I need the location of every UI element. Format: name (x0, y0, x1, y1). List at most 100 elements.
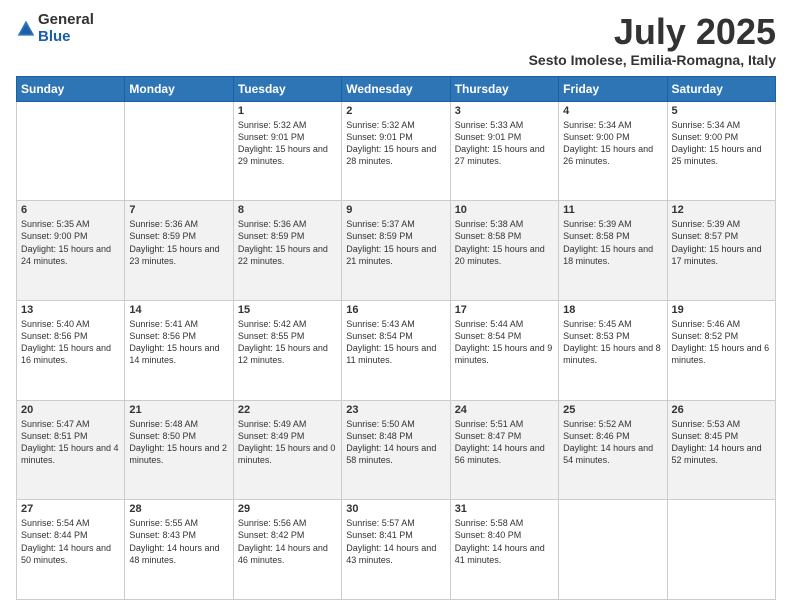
calendar-cell: 24 Sunrise: 5:51 AM Sunset: 8:47 PM Dayli… (450, 400, 558, 500)
logo-general: General (38, 12, 94, 29)
day-number: 23 (346, 404, 445, 416)
day-number: 7 (129, 204, 228, 216)
day-number: 17 (455, 304, 554, 316)
day-number: 8 (238, 204, 337, 216)
calendar-cell: 21 Sunrise: 5:48 AM Sunset: 8:50 PM Dayli… (125, 400, 233, 500)
calendar-cell: 7 Sunrise: 5:36 AM Sunset: 8:59 PM Daylig… (125, 201, 233, 301)
calendar-cell: 8 Sunrise: 5:36 AM Sunset: 8:59 PM Daylig… (233, 201, 341, 301)
calendar-cell: 31Sunrise: 5:58 AM Sunset: 8:40 PM Dayli… (450, 500, 558, 600)
day-content: Sunrise: 5:44 AM Sunset: 8:54 PM Dayligh… (455, 318, 554, 367)
day-header-sunday: Sunday (17, 76, 125, 101)
day-number: 19 (672, 304, 771, 316)
calendar-week-row: 13 Sunrise: 5:40 AM Sunset: 8:56 PM Dayli… (17, 300, 776, 400)
calendar-week-row: 6Sunrise: 5:35 AM Sunset: 9:00 PM Daylig… (17, 201, 776, 301)
calendar-table: SundayMondayTuesdayWednesdayThursdayFrid… (16, 76, 776, 600)
day-content: Sunrise: 5:36 AM Sunset: 8:59 PM Dayligh… (238, 218, 337, 267)
day-number: 11 (563, 204, 662, 216)
day-number: 6 (21, 204, 120, 216)
day-number: 22 (238, 404, 337, 416)
calendar-cell (667, 500, 775, 600)
calendar-cell (559, 500, 667, 600)
day-number: 10 (455, 204, 554, 216)
day-content: Sunrise: 5:54 AM Sunset: 8:44 PM Dayligh… (21, 517, 120, 566)
calendar-cell: 9Sunrise: 5:37 AM Sunset: 8:59 PM Daylig… (342, 201, 450, 301)
day-header-saturday: Saturday (667, 76, 775, 101)
calendar-cell: 15 Sunrise: 5:42 AM Sunset: 8:55 PM Dayli… (233, 300, 341, 400)
calendar-cell: 17 Sunrise: 5:44 AM Sunset: 8:54 PM Dayli… (450, 300, 558, 400)
calendar-cell: 2 Sunrise: 5:32 AM Sunset: 9:01 PM Daylig… (342, 101, 450, 201)
day-number: 25 (563, 404, 662, 416)
day-content: Sunrise: 5:53 AM Sunset: 8:45 PM Dayligh… (672, 418, 771, 467)
calendar-week-row: 27 Sunrise: 5:54 AM Sunset: 8:44 PM Dayli… (17, 500, 776, 600)
calendar-cell: 18Sunrise: 5:45 AM Sunset: 8:53 PM Dayli… (559, 300, 667, 400)
day-content: Sunrise: 5:58 AM Sunset: 8:40 PM Dayligh… (455, 517, 554, 566)
calendar-cell: 26 Sunrise: 5:53 AM Sunset: 8:45 PM Dayli… (667, 400, 775, 500)
day-number: 3 (455, 105, 554, 117)
day-number: 14 (129, 304, 228, 316)
calendar-cell: 25Sunrise: 5:52 AM Sunset: 8:46 PM Dayli… (559, 400, 667, 500)
day-number: 21 (129, 404, 228, 416)
day-header-tuesday: Tuesday (233, 76, 341, 101)
day-number: 27 (21, 503, 120, 515)
day-content: Sunrise: 5:36 AM Sunset: 8:59 PM Dayligh… (129, 218, 228, 267)
day-content: Sunrise: 5:33 AM Sunset: 9:01 PM Dayligh… (455, 119, 554, 168)
calendar-cell: 29 Sunrise: 5:56 AM Sunset: 8:42 PM Dayli… (233, 500, 341, 600)
day-number: 18 (563, 304, 662, 316)
day-content: Sunrise: 5:38 AM Sunset: 8:58 PM Dayligh… (455, 218, 554, 267)
day-number: 28 (129, 503, 228, 515)
day-content: Sunrise: 5:57 AM Sunset: 8:41 PM Dayligh… (346, 517, 445, 566)
calendar-cell: 16 Sunrise: 5:43 AM Sunset: 8:54 PM Dayli… (342, 300, 450, 400)
calendar-cell (17, 101, 125, 201)
day-number: 30 (346, 503, 445, 515)
calendar-cell: 20Sunrise: 5:47 AM Sunset: 8:51 PM Dayli… (17, 400, 125, 500)
day-header-wednesday: Wednesday (342, 76, 450, 101)
calendar-cell: 4Sunrise: 5:34 AM Sunset: 9:00 PM Daylig… (559, 101, 667, 201)
page: General Blue July 2025 Sesto Imolese, Em… (0, 0, 792, 612)
calendar-header-row: SundayMondayTuesdayWednesdayThursdayFrid… (17, 76, 776, 101)
logo-icon (16, 19, 36, 39)
calendar-cell: 1Sunrise: 5:32 AM Sunset: 9:01 PM Daylig… (233, 101, 341, 201)
calendar-cell: 14Sunrise: 5:41 AM Sunset: 8:56 PM Dayli… (125, 300, 233, 400)
day-content: Sunrise: 5:56 AM Sunset: 8:42 PM Dayligh… (238, 517, 337, 566)
day-number: 26 (672, 404, 771, 416)
day-header-thursday: Thursday (450, 76, 558, 101)
day-number: 4 (563, 105, 662, 117)
calendar-cell: 30 Sunrise: 5:57 AM Sunset: 8:41 PM Dayli… (342, 500, 450, 600)
day-number: 16 (346, 304, 445, 316)
day-content: Sunrise: 5:55 AM Sunset: 8:43 PM Dayligh… (129, 517, 228, 566)
day-number: 2 (346, 105, 445, 117)
day-number: 5 (672, 105, 771, 117)
calendar-cell: 3 Sunrise: 5:33 AM Sunset: 9:01 PM Daylig… (450, 101, 558, 201)
calendar-cell: 12Sunrise: 5:39 AM Sunset: 8:57 PM Dayli… (667, 201, 775, 301)
day-content: Sunrise: 5:48 AM Sunset: 8:50 PM Dayligh… (129, 418, 228, 467)
calendar-cell: 11Sunrise: 5:39 AM Sunset: 8:58 PM Dayli… (559, 201, 667, 301)
calendar-cell: 6Sunrise: 5:35 AM Sunset: 9:00 PM Daylig… (17, 201, 125, 301)
calendar-week-row: 1Sunrise: 5:32 AM Sunset: 9:01 PM Daylig… (17, 101, 776, 201)
day-content: Sunrise: 5:43 AM Sunset: 8:54 PM Dayligh… (346, 318, 445, 367)
day-number: 13 (21, 304, 120, 316)
day-content: Sunrise: 5:51 AM Sunset: 8:47 PM Dayligh… (455, 418, 554, 467)
day-number: 24 (455, 404, 554, 416)
day-content: Sunrise: 5:40 AM Sunset: 8:56 PM Dayligh… (21, 318, 120, 367)
day-number: 12 (672, 204, 771, 216)
day-content: Sunrise: 5:42 AM Sunset: 8:55 PM Dayligh… (238, 318, 337, 367)
day-content: Sunrise: 5:32 AM Sunset: 9:01 PM Dayligh… (346, 119, 445, 168)
day-content: Sunrise: 5:32 AM Sunset: 9:01 PM Dayligh… (238, 119, 337, 168)
day-content: Sunrise: 5:37 AM Sunset: 8:59 PM Dayligh… (346, 218, 445, 267)
calendar-cell: 23Sunrise: 5:50 AM Sunset: 8:48 PM Dayli… (342, 400, 450, 500)
day-header-monday: Monday (125, 76, 233, 101)
calendar-cell: 28 Sunrise: 5:55 AM Sunset: 8:43 PM Dayli… (125, 500, 233, 600)
day-content: Sunrise: 5:47 AM Sunset: 8:51 PM Dayligh… (21, 418, 120, 467)
calendar-cell: 22 Sunrise: 5:49 AM Sunset: 8:49 PM Dayli… (233, 400, 341, 500)
calendar-cell: 19Sunrise: 5:46 AM Sunset: 8:52 PM Dayli… (667, 300, 775, 400)
title-location: Sesto Imolese, Emilia-Romagna, Italy (529, 52, 776, 68)
day-header-friday: Friday (559, 76, 667, 101)
day-content: Sunrise: 5:49 AM Sunset: 8:49 PM Dayligh… (238, 418, 337, 467)
calendar-cell: 10 Sunrise: 5:38 AM Sunset: 8:58 PM Dayli… (450, 201, 558, 301)
day-number: 15 (238, 304, 337, 316)
title-month: July 2025 (529, 12, 776, 52)
day-number: 29 (238, 503, 337, 515)
logo-blue: Blue (38, 29, 94, 46)
logo: General Blue (16, 12, 94, 45)
header: General Blue July 2025 Sesto Imolese, Em… (16, 12, 776, 68)
